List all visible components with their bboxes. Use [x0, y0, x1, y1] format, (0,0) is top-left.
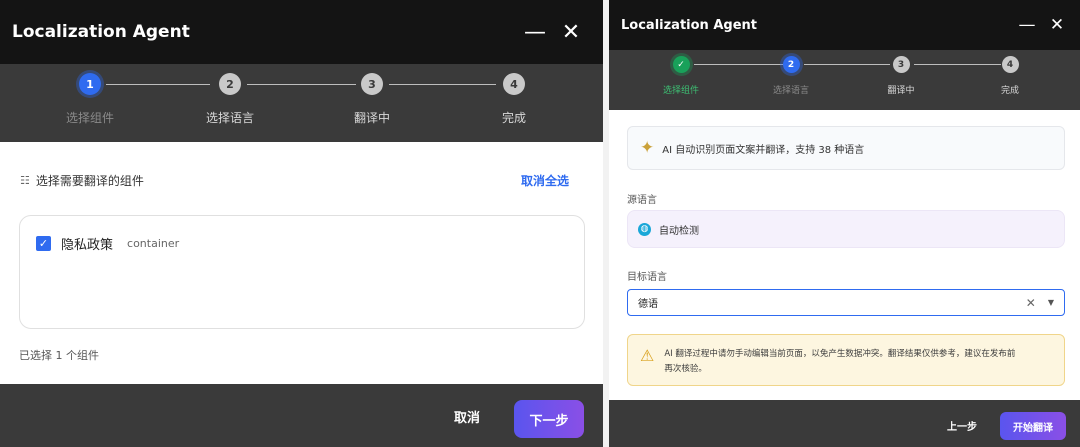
- chevron-down-icon[interactable]: ▼: [1048, 298, 1054, 307]
- list-icon: ☷: [20, 174, 30, 187]
- step-4-circle: 4: [1001, 56, 1019, 73]
- component-type: container: [127, 237, 180, 250]
- start-translation-button[interactable]: 开始翻译: [1000, 412, 1066, 440]
- component-name: 隐私政策: [61, 238, 114, 253]
- warning-icon: ⚠: [640, 346, 655, 365]
- step-1-check-icon: ✓: [672, 56, 690, 73]
- step-4: 4 完成: [980, 56, 1040, 96]
- warning-text: AI 翻译过程中请勿手动编辑当前页面，以免产生数据冲突。翻译结果仅供参考，建议在…: [664, 347, 1015, 377]
- localization-dialog-step2: Localization Agent — ✕ ✓ 选择组件 2 选择语言 3 翻…: [609, 0, 1080, 447]
- target-language-value: 德语: [638, 299, 658, 310]
- step-2-circle: 2: [782, 56, 800, 73]
- stepper: ✓ 选择组件 2 选择语言 3 翻译中 4 完成: [609, 50, 1080, 110]
- step-3-label: 翻译中: [353, 111, 390, 125]
- step-2-circle: 2: [219, 73, 241, 95]
- step-3: 3 翻译中: [871, 56, 931, 96]
- globe-icon: ◍: [638, 222, 651, 236]
- sparkle-icon: ✦: [640, 138, 655, 158]
- localization-dialog-step1: Localization Agent — ✕ 1 选择组件 2 选择语言 3 翻…: [0, 0, 603, 447]
- next-button[interactable]: 下一步: [514, 400, 584, 438]
- close-icon[interactable]: ✕: [553, 14, 589, 50]
- dialog-footer: 取消 下一步: [0, 384, 603, 447]
- step-2-label: 选择语言: [772, 86, 809, 96]
- step-4: 4 完成: [474, 73, 554, 126]
- step-1-label: 选择组件: [662, 86, 699, 96]
- step-4-label: 完成: [501, 111, 526, 125]
- section-header: ☷ 选择需要翻译的组件: [20, 172, 144, 189]
- cancel-button[interactable]: 取消: [441, 402, 493, 430]
- target-language-select[interactable]: 德语 ✕ ▼: [627, 289, 1065, 316]
- checkbox-checked-icon[interactable]: ✓: [36, 236, 51, 251]
- section-title: 选择需要翻译的组件: [35, 174, 144, 188]
- step-3-circle: 3: [892, 56, 910, 73]
- stepper: 1 选择组件 2 选择语言 3 翻译中 4 完成: [0, 64, 603, 142]
- info-banner: ✦ AI 自动识别页面文案并翻译，支持 38 种语言: [627, 126, 1065, 170]
- step-2: 2 选择语言: [190, 73, 270, 126]
- step-4-label: 完成: [1000, 86, 1019, 96]
- component-list: ✓ 隐私政策 container: [19, 215, 585, 329]
- previous-button[interactable]: 上一步: [939, 414, 985, 436]
- title-bar: Localization Agent — ✕: [0, 0, 603, 64]
- title-bar: Localization Agent — ✕: [609, 0, 1080, 50]
- info-text: AI 自动识别页面文案并翻译，支持 38 种语言: [662, 144, 865, 156]
- close-icon[interactable]: ✕: [1042, 10, 1072, 40]
- minimize-icon[interactable]: —: [517, 14, 553, 50]
- step-3-label: 翻译中: [887, 86, 915, 96]
- step-3-circle: 3: [361, 73, 383, 95]
- deselect-all-link[interactable]: 取消全选: [521, 172, 569, 189]
- step-4-circle: 4: [503, 73, 525, 95]
- step-1-label: 选择组件: [65, 111, 114, 125]
- step-1: ✓ 选择组件: [651, 56, 711, 96]
- selected-count: 已选择 1 个组件: [19, 349, 99, 362]
- clear-icon[interactable]: ✕: [1026, 296, 1036, 310]
- step-2: 2 选择语言: [761, 56, 821, 96]
- warning-banner: ⚠ AI 翻译过程中请勿手动编辑当前页面，以免产生数据冲突。翻译结果仅供参考，建…: [627, 334, 1065, 386]
- warning-line-1: AI 翻译过程中请勿手动编辑当前页面，以免产生数据冲突。翻译结果仅供参考，建议在…: [664, 349, 1016, 359]
- source-language-value: 自动检测: [659, 225, 699, 237]
- step-1-circle: 1: [79, 73, 101, 95]
- target-language-label: 目标语言: [627, 272, 667, 283]
- source-language-field[interactable]: ◍ 自动检测: [627, 210, 1065, 248]
- dialog-title: Localization Agent: [12, 22, 190, 42]
- dialog-footer: 上一步 开始翻译: [609, 400, 1080, 447]
- step-3: 3 翻译中: [332, 73, 412, 126]
- minimize-icon[interactable]: —: [1012, 10, 1042, 40]
- source-language-label: 源语言: [627, 195, 657, 206]
- step-1: 1 选择组件: [50, 73, 130, 126]
- step-2-label: 选择语言: [205, 111, 254, 125]
- warning-line-2: 再次核验。: [664, 364, 707, 374]
- screenshot-stage: Localization Agent — ✕ 1 选择组件 2 选择语言 3 翻…: [0, 0, 1080, 447]
- dialog-title: Localization Agent: [621, 17, 757, 33]
- dialog-body: ☷ 选择需要翻译的组件 取消全选 ✓ 隐私政策 container 已选择 1 …: [0, 142, 603, 384]
- list-item[interactable]: ✓ 隐私政策 container: [36, 234, 179, 253]
